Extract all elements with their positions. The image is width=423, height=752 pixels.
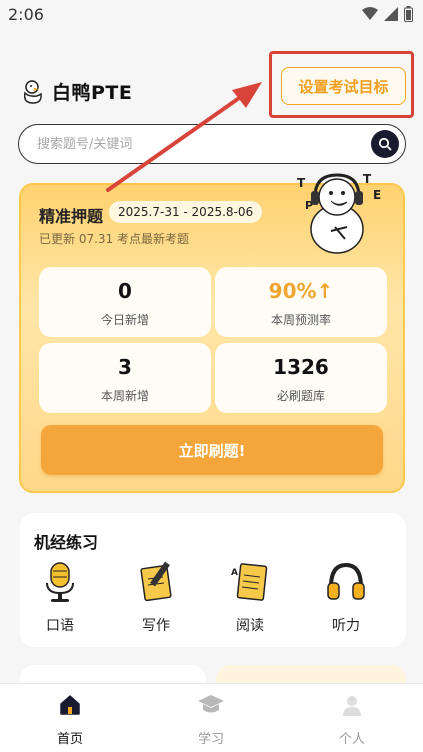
stat-label: 本周预测率 [270, 313, 331, 327]
search-bar[interactable] [18, 124, 406, 164]
svg-text:T: T [363, 172, 372, 186]
nav-label: 个人 [338, 732, 365, 747]
svg-text:T: T [297, 176, 306, 190]
status-icons [362, 6, 413, 22]
date-range-badge: 2025.7-31 - 2025.8-06 [109, 201, 263, 223]
start-practice-button[interactable]: 立即刷题! [41, 425, 383, 475]
update-note: 已更新 07.31 考点最新考题 [39, 232, 189, 246]
nav-study[interactable]: 学习 [171, 692, 251, 747]
practice-label: 写作 [142, 618, 170, 634]
document-icon: A [231, 563, 268, 601]
app-name: 白鸭PTE [52, 82, 133, 104]
svg-text:A: A [231, 568, 238, 578]
svg-text:E: E [373, 188, 381, 202]
practice-section: 机经练习 口语 写作 A 阅读 听力 [20, 513, 406, 647]
microphone-icon [46, 562, 74, 602]
prediction-title: 精准押题 [39, 207, 104, 226]
stat-label: 必刷题库 [276, 389, 325, 403]
search-button[interactable] [371, 130, 399, 158]
nav-profile[interactable]: 个人 [312, 692, 392, 747]
profile-icon [343, 696, 361, 716]
duck-mascot-icon: T P T E [297, 172, 381, 254]
stat-week-new: 3 本周新增 [39, 343, 211, 413]
stat-value: 3 [118, 355, 132, 379]
practice-label: 阅读 [236, 618, 264, 634]
wifi-icon [362, 7, 378, 20]
headphones-icon [327, 562, 365, 600]
practice-listening[interactable]: 听力 [316, 559, 376, 635]
stat-value: 90%↑ [268, 279, 334, 303]
stat-today-new: 0 今日新增 [39, 267, 211, 337]
stat-label: 今日新增 [100, 313, 149, 327]
practice-reading[interactable]: A 阅读 [220, 559, 280, 635]
prediction-card: 精准押题 2025.7-31 - 2025.8-06 已更新 07.31 考点最… [19, 172, 405, 493]
app-logo: 白鸭PTE [20, 78, 132, 105]
stat-week-prediction-rate: 90%↑ 本周预测率 [215, 267, 387, 337]
stat-value: 1326 [273, 355, 329, 379]
signal-icon [384, 7, 398, 21]
set-exam-goal-button[interactable]: 设置考试目标 [281, 67, 406, 105]
notepad-pencil-icon [140, 561, 172, 602]
status-bar: 2:06 [0, 0, 423, 34]
nav-label: 学习 [197, 732, 224, 747]
practice-writing[interactable]: 写作 [126, 559, 186, 635]
bottom-nav: 首页 学习 个人 [0, 683, 423, 752]
practice-label: 听力 [332, 618, 360, 634]
duck-logo-icon [23, 79, 42, 104]
nav-home[interactable]: 首页 [30, 692, 110, 747]
stat-label: 本周新增 [100, 389, 149, 403]
practice-label: 口语 [46, 618, 74, 634]
home-icon [60, 695, 80, 715]
graduation-cap-icon [198, 695, 224, 713]
stat-question-bank: 1326 必刷题库 [215, 343, 387, 413]
status-time: 2:06 [8, 5, 44, 24]
nav-label: 首页 [56, 732, 83, 747]
search-input[interactable] [37, 134, 357, 154]
stat-value: 0 [118, 279, 132, 303]
battery-icon [404, 6, 413, 22]
practice-speaking[interactable]: 口语 [30, 559, 90, 635]
practice-title: 机经练习 [34, 533, 99, 552]
search-icon [378, 137, 392, 151]
